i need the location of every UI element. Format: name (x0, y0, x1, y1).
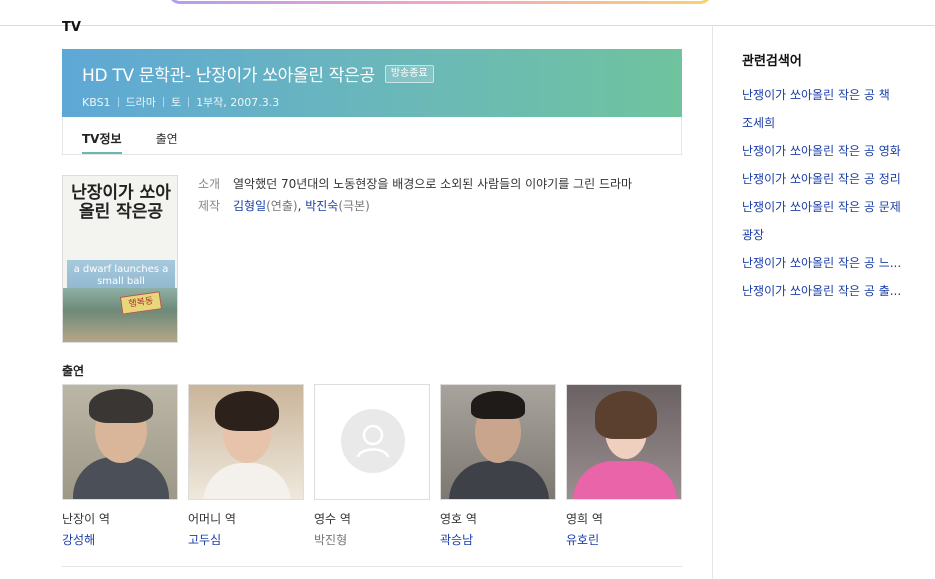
cast-card[interactable]: 영희 역 유호린 (566, 384, 682, 548)
section-label: TV (62, 20, 81, 32)
related-search-link[interactable]: 난쟁이가 쏘아올린 작은 공 정리 (742, 165, 922, 193)
production-key: 제작 (198, 199, 221, 213)
cast-role: 영호 역 (440, 512, 477, 526)
portrait-hair (215, 391, 279, 431)
cast-name: 박진형 (314, 533, 348, 547)
program-meta: KBS1 드라마 토 1부작, 2007.3.3 (82, 94, 662, 110)
portrait-body (573, 461, 677, 499)
section-divider (62, 566, 682, 567)
cast-card[interactable]: 난장이 역 강성해 (62, 384, 178, 548)
meta-episodes: 1부작, 2007.3.3 (196, 96, 280, 109)
related-search-link[interactable]: 난쟁이가 쏘아올린 작은 공 문제 (742, 193, 922, 221)
program-detail: 소개 열악했던 70년대의 노동현장을 배경으로 소외된 사람들의 이야기를 그… (198, 175, 668, 219)
program-poster[interactable]: 난장이가 쏘아올린 작은공 a dwarf launches a small b… (62, 175, 178, 343)
status-badge: 방송종료 (384, 64, 434, 83)
portrait-body (203, 463, 291, 499)
program-banner: HD TV 문학관- 난장이가 쏘아올린 작은공 방송종료 KBS1 드라마 토… (62, 49, 682, 117)
search-box[interactable] (168, 0, 712, 4)
program-tabs: TV정보 출연 (62, 117, 682, 155)
writer-link[interactable]: 박진숙 (305, 199, 338, 213)
cast-card[interactable]: 영호 역 곽승남 (440, 384, 556, 548)
cast-name-link[interactable]: 곽승남 (440, 531, 556, 548)
cast-section-title: 출연 (62, 364, 85, 378)
intro-text: 열악했던 70년대의 노동현장을 배경으로 소외된 사람들의 이야기를 그린 드… (233, 177, 633, 191)
meta-divider (162, 97, 164, 107)
meta-channel: KBS1 (82, 95, 111, 109)
intro-row: 소개 열악했던 70년대의 노동현장을 배경으로 소외된 사람들의 이야기를 그… (198, 175, 668, 193)
related-search-link[interactable]: 난쟁이가 쏘아올린 작은 공 느... (742, 249, 922, 277)
cast-card[interactable]: 영수 역 박진형 (314, 384, 430, 548)
cast-role: 영수 역 (314, 512, 351, 526)
program-card: HD TV 문학관- 난장이가 쏘아올린 작은공 방송종료 KBS1 드라마 토… (62, 49, 682, 155)
meta-day: 토 (170, 96, 182, 109)
portrait-body (449, 461, 549, 499)
director-role: (연출) (266, 199, 298, 213)
sidebar-divider (712, 26, 713, 579)
writer-role: (극본) (338, 199, 370, 213)
cast-name-link[interactable]: 고두심 (188, 531, 304, 548)
related-searches-title: 관련검색어 (742, 54, 802, 69)
cast-photo[interactable] (566, 384, 682, 500)
portrait-body (73, 457, 169, 499)
default-avatar-icon (341, 409, 405, 473)
related-searches: 관련검색어 난쟁이가 쏘아올린 작은 공 책 조세희 난쟁이가 쏘아올린 작은 … (742, 50, 922, 305)
production-row: 제작 김형일(연출), 박진숙(극본) (198, 197, 668, 215)
intro-key: 소개 (198, 177, 221, 191)
cast-role: 어머니 역 (188, 512, 236, 526)
meta-genre: 드라마 (125, 96, 156, 109)
cast-list: 난장이 역 강성해 어머니 역 고두심 영수 역 박진형 영호 역 곽승남 영희… (62, 384, 692, 548)
cast-photo[interactable] (440, 384, 556, 500)
program-title[interactable]: HD TV 문학관- 난장이가 쏘아올린 작은공 (82, 61, 375, 86)
top-search-bar (0, 0, 935, 26)
cast-photo[interactable] (62, 384, 178, 500)
program-info: 난장이가 쏘아올린 작은공 a dwarf launches a small b… (62, 175, 682, 343)
cast-card[interactable]: 어머니 역 고두심 (188, 384, 304, 548)
cast-photo[interactable] (188, 384, 304, 500)
meta-divider (188, 97, 190, 107)
tab-cast[interactable]: 출연 (156, 117, 178, 154)
cast-role: 영희 역 (566, 512, 603, 526)
director-link[interactable]: 김형일 (233, 199, 266, 213)
cast-role: 난장이 역 (62, 512, 110, 526)
portrait-hair (89, 389, 153, 423)
poster-title: 난장이가 쏘아올린 작은공 (71, 183, 171, 222)
portrait-hair (471, 391, 525, 419)
cast-name-link[interactable]: 유호린 (566, 531, 682, 548)
portrait-hair (595, 391, 657, 439)
related-search-link[interactable]: 조세희 (742, 109, 922, 137)
related-search-link[interactable]: 난쟁이가 쏘아올린 작은 공 출... (742, 277, 922, 305)
related-search-link[interactable]: 난쟁이가 쏘아올린 작은 공 책 (742, 81, 922, 109)
related-search-link[interactable]: 난쟁이가 쏘아올린 작은 공 영화 (742, 137, 922, 165)
cast-name-link[interactable]: 강성해 (62, 531, 178, 548)
cast-photo[interactable] (314, 384, 430, 500)
meta-divider (117, 97, 119, 107)
related-search-link[interactable]: 광장 (742, 221, 922, 249)
tab-tv-info[interactable]: TV정보 (82, 117, 122, 154)
